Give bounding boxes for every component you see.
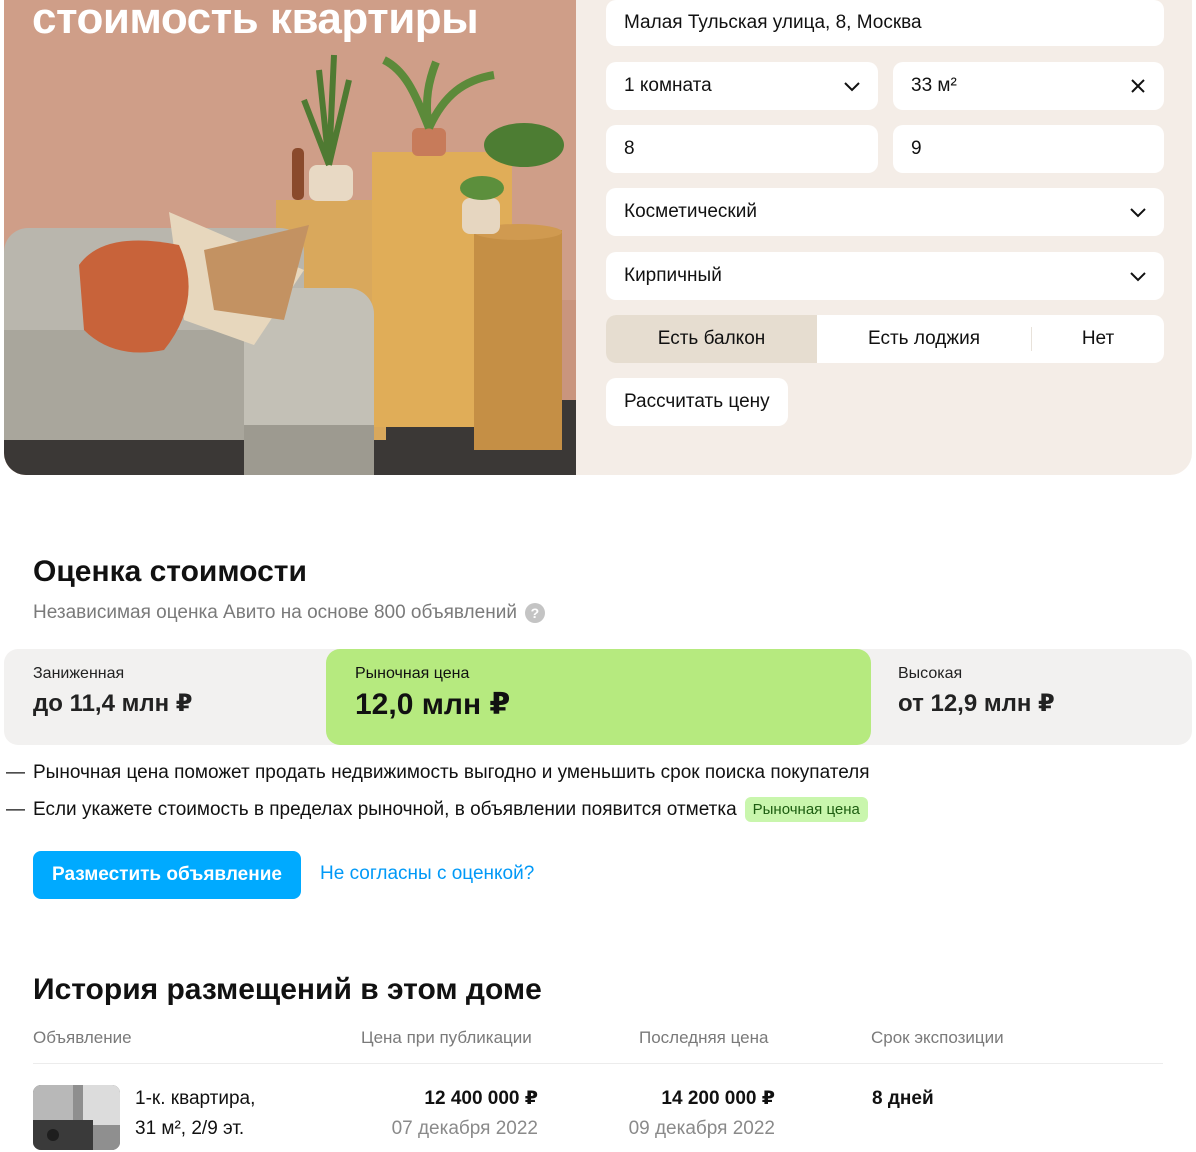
hero-section: стоимость квартиры Малая Тульская улица,… — [4, 0, 1192, 475]
post-listing-button[interactable]: Разместить объявление — [33, 851, 301, 899]
interior-illustration — [4, 0, 576, 475]
info-bullet-text: Если укажете стоимость в пределах рыночн… — [33, 798, 737, 820]
table-divider — [33, 1063, 1163, 1064]
price-low-value: до 11,4 млн ₽ — [33, 690, 193, 717]
dash-icon: — — [6, 762, 25, 783]
last-price-cell: 14 200 000 ₽ 09 декабря 2022 — [575, 1084, 775, 1144]
price-high: Высокая от 12,9 млн ₽ — [898, 649, 1055, 745]
price-high-label: Высокая — [898, 665, 963, 682]
price-low: Заниженная до 11,4 млн ₽ — [33, 649, 192, 745]
price-high-value: от 12,9 млн ₽ — [898, 690, 1055, 717]
last-price: 14 200 000 ₽ — [661, 1088, 775, 1109]
price-market: Рыночная цена 12,0 млн ₽ — [326, 649, 871, 745]
listing-title[interactable]: 1-к. квартира, 31 м², 2/9 эт. — [135, 1084, 255, 1144]
balcony-segmented-control: Есть балкон Есть лоджия Нет — [606, 315, 1164, 363]
evaluation-subtitle: Независимая оценка Авито на основе 800 о… — [33, 602, 545, 624]
last-date: 09 декабря 2022 — [628, 1118, 775, 1139]
renovation-select-value: Косметический — [624, 201, 757, 222]
hero-photo — [4, 0, 576, 475]
address-input[interactable]: Малая Тульская улица, 8, Москва — [606, 0, 1164, 46]
pub-date: 07 декабря 2022 — [391, 1118, 538, 1139]
listing-thumbnail[interactable] — [33, 1085, 120, 1150]
info-bullet-text: Рыночная цена поможет продать недвижимос… — [33, 762, 870, 783]
chevron-down-icon — [844, 82, 860, 92]
market-price-badge: Рыночная цена — [744, 797, 868, 822]
pub-price: 12 400 000 ₽ — [424, 1088, 538, 1109]
history-title: История размещений в этом доме — [33, 973, 542, 1006]
duration: 8 дней — [872, 1088, 934, 1109]
balcony-option-loggia[interactable]: Есть лоджия — [817, 315, 1031, 363]
balcony-option-none[interactable]: Нет — [1032, 315, 1164, 363]
house-type-select-value: Кирпичный — [624, 265, 722, 286]
column-header-last-price: Последняя цена — [639, 1028, 769, 1047]
listing-title-line: 1-к. квартира, — [135, 1088, 256, 1109]
balcony-option-balcony[interactable]: Есть балкон — [606, 315, 817, 363]
column-header-duration: Срок экспозиции — [871, 1028, 1004, 1047]
area-input-value: 33 м² — [911, 75, 957, 96]
hero-title: стоимость квартиры — [32, 0, 479, 43]
calculate-price-button[interactable]: Рассчитать цену — [606, 378, 788, 426]
evaluation-subtitle-text: Независимая оценка Авито на основе 800 о… — [33, 602, 517, 623]
dash-icon: — — [6, 798, 25, 820]
column-header-listing: Объявление — [33, 1028, 132, 1047]
evaluation-title: Оценка стоимости — [33, 555, 307, 588]
chevron-down-icon — [1130, 272, 1146, 282]
info-bullet: — Если укажете стоимость в пределах рыно… — [6, 797, 868, 822]
question-icon[interactable]: ? — [524, 603, 545, 623]
floor-input[interactable]: 8 — [606, 125, 878, 173]
renovation-select[interactable]: Косметический — [606, 188, 1164, 236]
price-market-label: Рыночная цена — [355, 665, 470, 682]
house-type-select[interactable]: Кирпичный — [606, 252, 1164, 300]
area-input[interactable]: 33 м² — [893, 62, 1164, 110]
column-header-pub-price: Цена при публикации — [361, 1028, 532, 1047]
disagree-link[interactable]: Не согласны с оценкой? — [320, 863, 534, 885]
listing-title-line: 31 м², 2/9 эт. — [135, 1118, 245, 1139]
chevron-down-icon — [1130, 208, 1146, 218]
clear-icon[interactable] — [1128, 76, 1148, 96]
info-bullet: — Рыночная цена поможет продать недвижим… — [6, 762, 870, 784]
rooms-select-value: 1 комната — [624, 75, 712, 96]
rooms-select[interactable]: 1 комната — [606, 62, 878, 110]
listing-photo — [33, 1085, 120, 1150]
price-market-value: 12,0 млн ₽ — [355, 688, 511, 721]
duration-cell: 8 дней — [872, 1084, 934, 1114]
floors-total-input[interactable]: 9 — [893, 125, 1164, 173]
pub-price-cell: 12 400 000 ₽ 07 декабря 2022 — [338, 1084, 538, 1144]
price-low-label: Заниженная — [33, 665, 125, 682]
